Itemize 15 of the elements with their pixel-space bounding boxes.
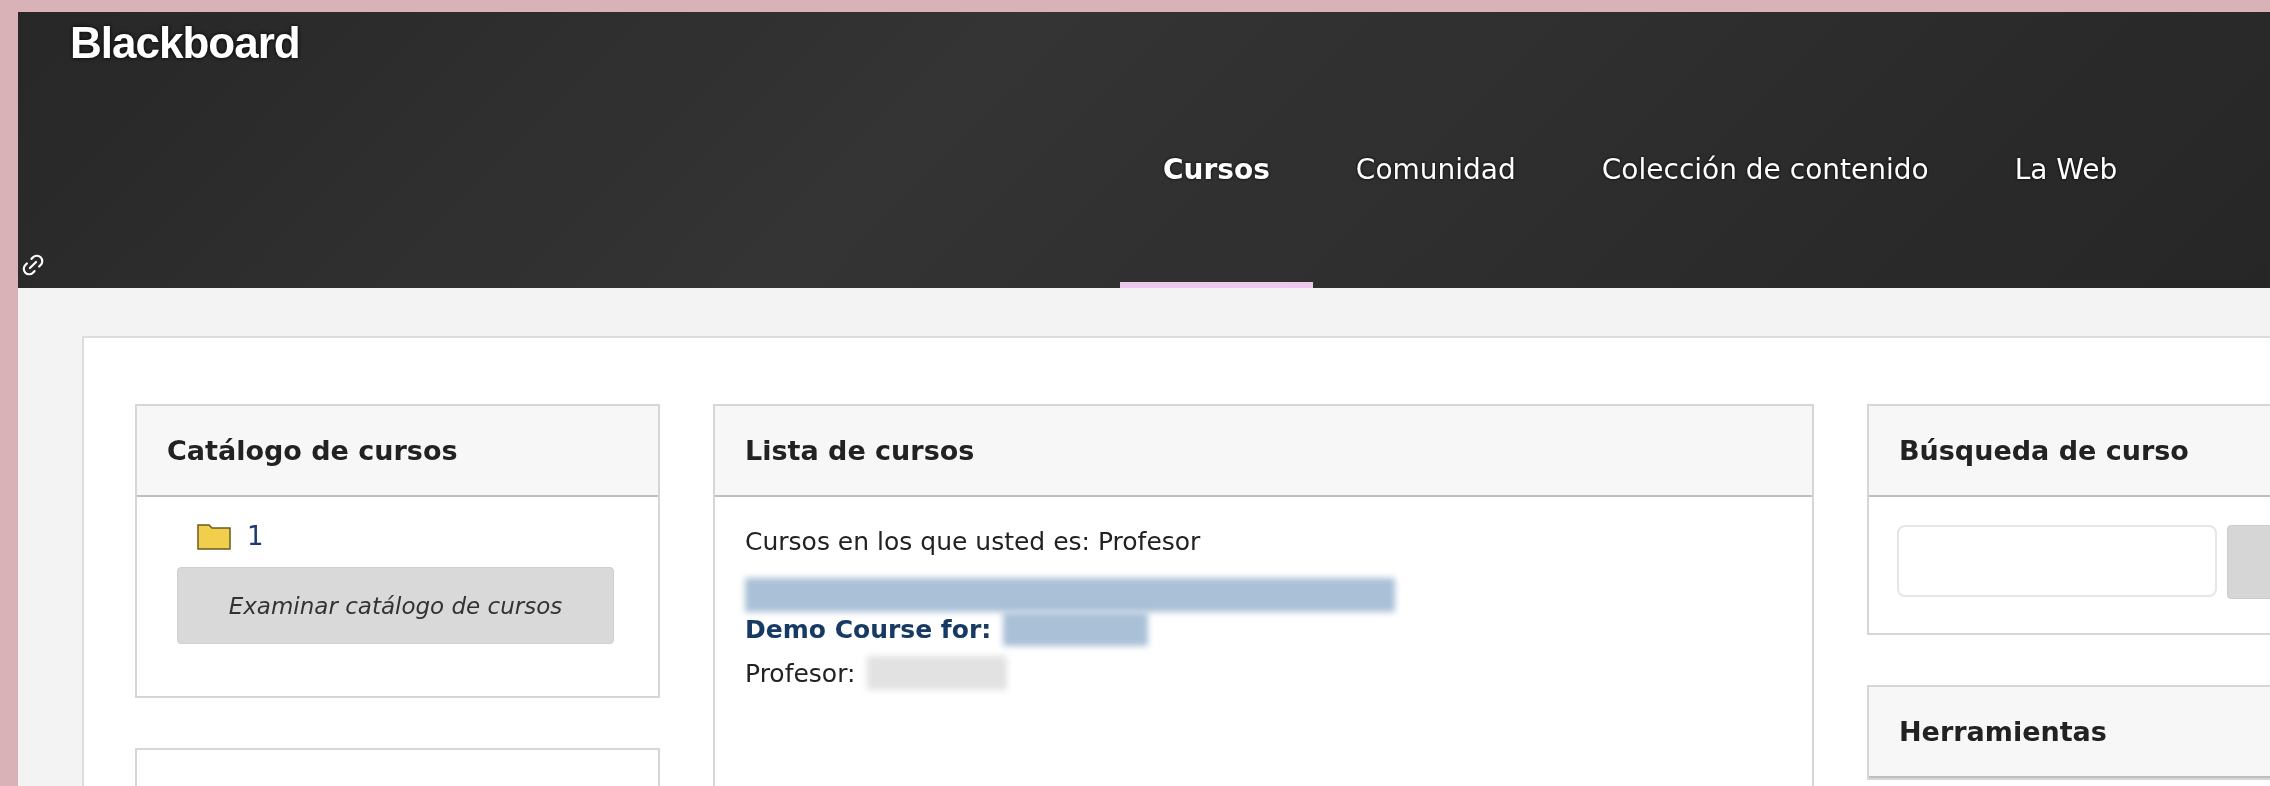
role-text: Cursos en los que usted es: Profesor [745, 527, 1201, 556]
search-field[interactable] [1897, 525, 2217, 597]
panel-title: Herramientas [1899, 716, 2107, 747]
nav-tab[interactable]: Comunidad [1312, 145, 1559, 288]
panel-title: Catálogo de cursos [167, 435, 458, 466]
logo: Blackboard [70, 18, 300, 68]
nav-tab[interactable]: La Web [1971, 145, 2161, 288]
browse-catalog-button[interactable]: Examinar catálogo de cursos [177, 567, 614, 644]
nav-tab[interactable]: Colección de contenido [1558, 145, 1972, 288]
folder-link[interactable]: 1 [247, 521, 264, 551]
panel-title: Búsqueda de curso [1899, 435, 2189, 466]
course-link[interactable]: Demo Course for: [745, 614, 992, 644]
instructor-label: Profesor: [745, 658, 856, 688]
panel-title: Lista de cursos [745, 435, 975, 466]
folder-icon [197, 522, 231, 550]
